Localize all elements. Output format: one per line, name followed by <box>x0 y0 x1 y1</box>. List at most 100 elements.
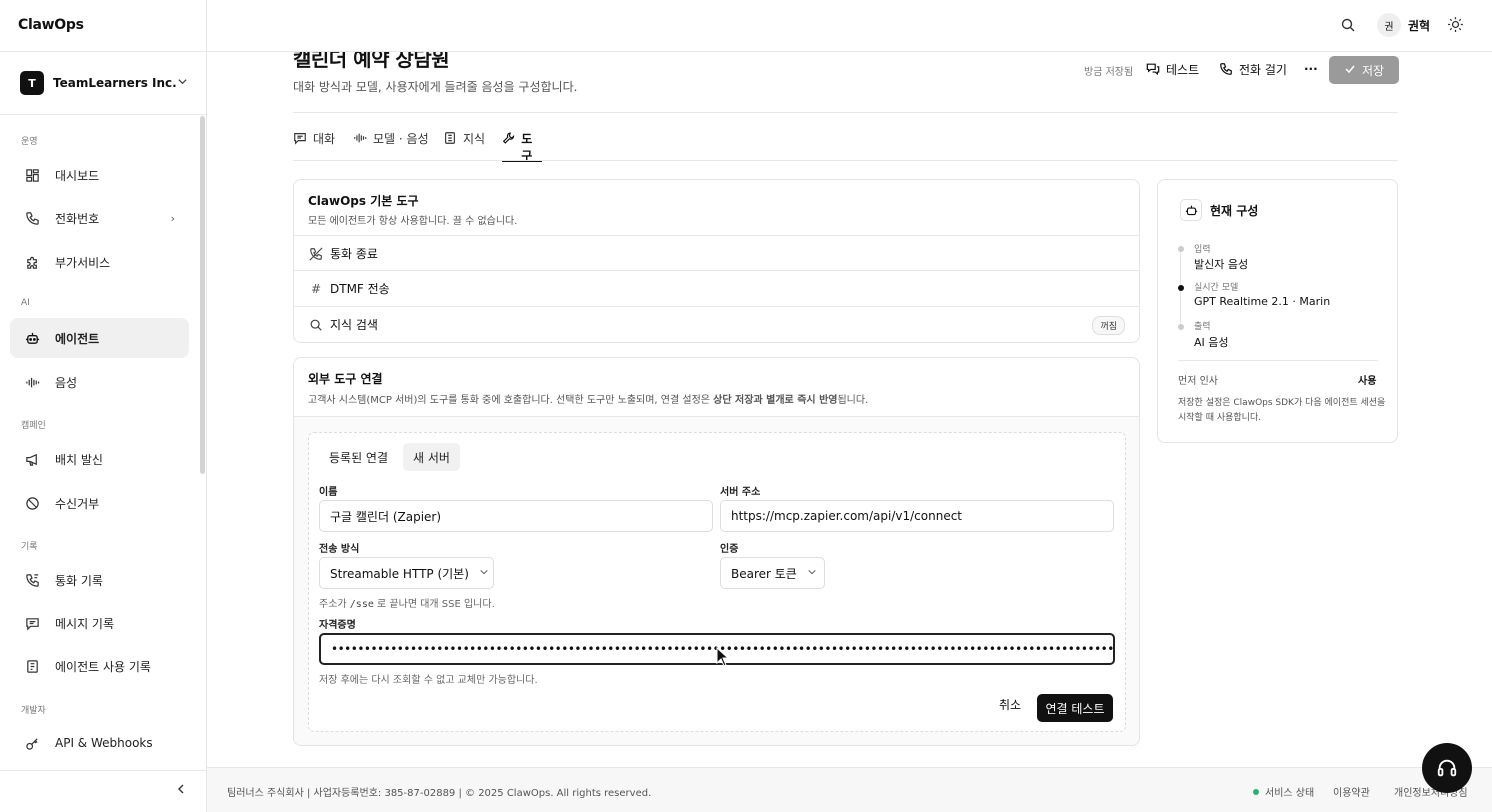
tool-row-knowledge-search: 지식 검색 꺼짐 <box>294 306 1139 342</box>
sidebar-item-batch-calls[interactable]: 배치 발신 <box>10 439 189 479</box>
timeline-dot <box>1178 324 1184 330</box>
chevron-down-icon <box>177 76 188 90</box>
auth-select[interactable]: Bearer 토큰 <box>720 557 825 589</box>
credential-label: 자격증명 <box>319 620 356 631</box>
test-connection-button[interactable]: 연결 테스트 <box>1037 694 1113 722</box>
sidebar: ClawOps T TeamLearners Inc. 운영 대시보드 전화번호… <box>0 0 207 812</box>
tool-row-end-call: 통화 종료 <box>294 235 1139 271</box>
check-icon <box>1344 63 1356 78</box>
robot-icon <box>1180 199 1202 221</box>
call-button[interactable]: 전화 걸기 <box>1219 55 1287 83</box>
url-label: 서버 주소 <box>720 487 761 498</box>
divider <box>0 114 206 115</box>
mouse-cursor-icon <box>716 646 730 671</box>
test-button-label: 테스트 <box>1166 62 1200 77</box>
ban-icon <box>24 495 40 511</box>
search-icon[interactable] <box>1340 17 1356 37</box>
section-label-ai: AI <box>21 298 30 308</box>
sidebar-item-agents[interactable]: 에이전트 <box>10 318 189 358</box>
step-value: GPT Realtime 2.1 · Marin <box>1194 295 1331 308</box>
divider <box>1178 360 1378 361</box>
robot-icon <box>24 330 40 346</box>
section-label-dev: 개발자 <box>21 706 46 716</box>
config-note: 저장한 설정은 ClawOps SDK가 다음 에이전트 세션을 시작할 때 사… <box>1178 398 1386 423</box>
chat-test-icon <box>1146 63 1160 76</box>
tool-label: 지식 검색 <box>330 318 378 332</box>
more-options-button[interactable]: ··· <box>1304 55 1318 83</box>
tab-label: 지식 <box>463 132 486 146</box>
card-header <box>294 358 1139 417</box>
save-button[interactable]: 저장 <box>1329 56 1399 84</box>
card-title: ClawOps 기본 도구 <box>308 194 419 208</box>
sidebar-item-api-webhooks[interactable]: API & Webhooks <box>10 723 189 763</box>
sidebar-item-label: 배치 발신 <box>55 452 103 467</box>
transport-value: Streamable HTTP (기본) <box>330 566 469 581</box>
auth-label: 인증 <box>720 544 739 555</box>
status-dot-icon <box>1253 788 1259 795</box>
transport-label: 전송 방식 <box>319 544 360 555</box>
org-avatar: T <box>20 71 44 95</box>
timeline-dot <box>1178 285 1184 291</box>
footer: 팀러너스 주식회사 | 사업자등록번호: 385-87-02889 | © 20… <box>207 767 1492 812</box>
avatar[interactable]: 권 <box>1377 13 1401 37</box>
key-icon <box>24 735 40 751</box>
sidebar-scrollbar[interactable] <box>200 116 205 474</box>
terms-link[interactable]: 이용약관 <box>1333 784 1370 799</box>
theme-toggle-icon[interactable] <box>1447 16 1464 37</box>
service-status-link[interactable]: 서비스 상태 <box>1253 784 1314 799</box>
phone-icon <box>24 210 40 226</box>
sidebar-item-call-logs[interactable]: 통화 기록 <box>10 560 189 600</box>
step-label: 실시간 모델 <box>1194 283 1239 293</box>
subtab-new-server[interactable]: 새 서버 <box>403 443 460 471</box>
sidebar-item-phone-numbers[interactable]: 전화번호 › <box>10 198 189 238</box>
tab-knowledge[interactable]: 지식 <box>443 130 485 162</box>
divider <box>0 770 206 771</box>
sidebar-item-agent-usage[interactable]: 에이전트 사용 기록 <box>10 646 189 686</box>
cancel-button[interactable]: 취소 <box>999 696 1021 713</box>
sidebar-item-label: 에이전트 <box>55 331 100 346</box>
tab-label: 대화 <box>313 132 336 146</box>
support-chat-button[interactable] <box>1422 743 1472 793</box>
megaphone-icon <box>24 451 40 467</box>
chevron-down-icon <box>479 567 489 580</box>
sidebar-item-label: 부가서비스 <box>55 255 111 270</box>
sidebar-item-label: 메시지 기록 <box>55 616 115 631</box>
tab-tools[interactable]: 도구 <box>502 130 542 163</box>
org-switcher[interactable]: T TeamLearners Inc. <box>20 70 188 96</box>
tab-conversation[interactable]: 대화 <box>293 130 335 162</box>
hash-icon: # <box>310 281 322 296</box>
section-label-records: 기록 <box>21 542 38 552</box>
card-title: 외부 도구 연결 <box>308 372 383 386</box>
subtab-registered[interactable]: 등록된 연결 <box>319 443 398 471</box>
brand-logo[interactable]: ClawOps <box>18 17 84 33</box>
step-label: 입력 <box>1194 245 1211 255</box>
user-name[interactable]: 권혁 <box>1408 17 1430 34</box>
sidebar-item-addons[interactable]: 부가서비스 <box>10 242 189 282</box>
waveform-icon <box>24 374 40 390</box>
chevron-down-icon <box>807 567 817 580</box>
test-button[interactable]: 테스트 <box>1146 55 1199 83</box>
service-status-label: 서비스 상태 <box>1265 788 1315 799</box>
server-url-field[interactable]: https://mcp.zapier.com/api/v1/connect <box>720 500 1114 532</box>
tab-label: 모델 · 음성 <box>373 132 429 146</box>
name-field[interactable]: 구글 캘린더 (Zapier) <box>319 500 713 532</box>
sidebar-item-dashboard[interactable]: 대시보드 <box>10 155 189 195</box>
receipt-icon <box>24 658 40 674</box>
tab-model-voice[interactable]: 모델 · 음성 <box>353 130 429 162</box>
search-icon <box>308 318 324 332</box>
org-name: TeamLearners Inc. <box>53 76 177 90</box>
tool-label: DTMF 전송 <box>330 282 390 296</box>
builtin-tools-card: ClawOps 기본 도구 모든 에이전트가 항상 사용합니다. 끌 수 없습니… <box>293 179 1140 343</box>
sidebar-item-label: 수신거부 <box>55 496 100 511</box>
tab-label: 도구 <box>521 132 533 163</box>
sidebar-item-label: 에이전트 사용 기록 <box>55 659 151 674</box>
sidebar-item-opt-out[interactable]: 수신거부 <box>10 483 189 523</box>
timeline-dot <box>1178 246 1184 252</box>
transport-select[interactable]: Streamable HTTP (기본) <box>319 557 494 589</box>
tool-row-dtmf: # DTMF 전송 <box>294 270 1139 306</box>
collapse-sidebar-icon[interactable] <box>175 783 187 799</box>
divider <box>0 51 206 52</box>
sidebar-item-voice[interactable]: 음성 <box>10 362 189 402</box>
company-info: 팀러너스 주식회사 | 사업자등록번호: 385-87-02889 | © 20… <box>227 788 652 799</box>
sidebar-item-message-logs[interactable]: 메시지 기록 <box>10 603 189 643</box>
